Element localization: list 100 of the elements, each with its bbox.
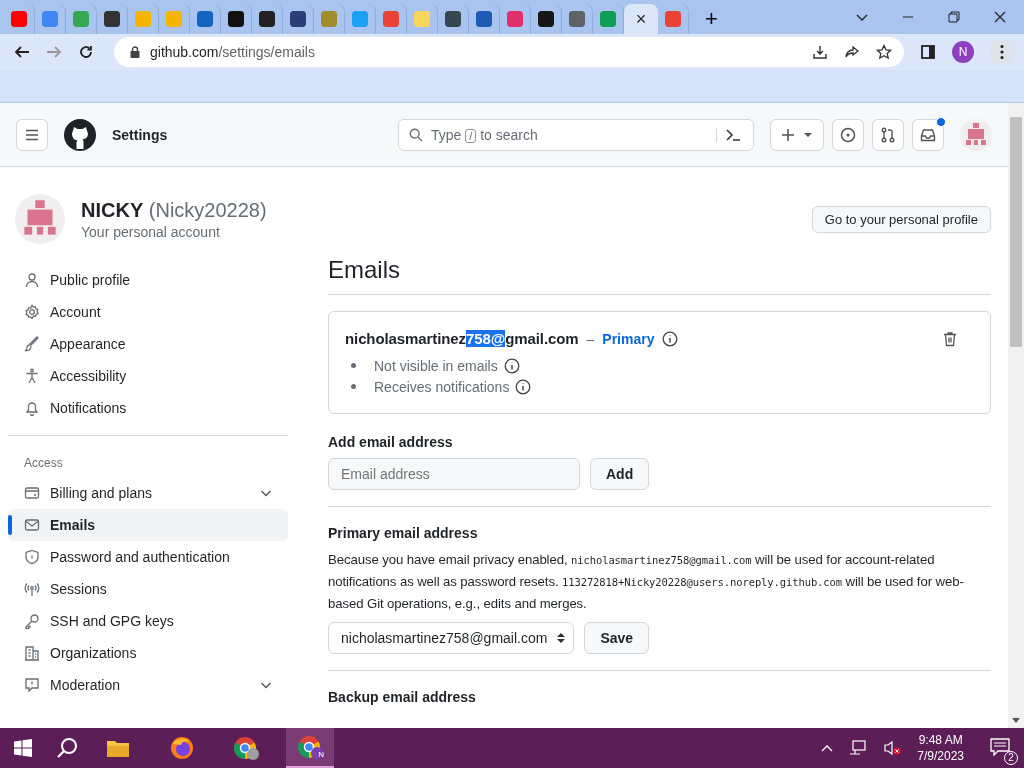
favicon-icon [321, 11, 337, 27]
sidebar-item[interactable]: Password and authentication [8, 541, 288, 573]
bullet-icon [351, 363, 356, 368]
avatar-icon [15, 194, 65, 244]
info-icon[interactable] [662, 330, 679, 347]
issues-button[interactable] [832, 118, 864, 151]
sidebar-item[interactable]: Billing and plans [8, 477, 288, 509]
close-icon[interactable] [994, 11, 1006, 23]
favicon-icon [538, 11, 554, 27]
sidebar-item[interactable]: Sessions [8, 573, 288, 605]
info-icon[interactable] [503, 357, 520, 374]
key-icon [24, 613, 40, 629]
folder-icon [106, 738, 130, 758]
search-icon [409, 127, 423, 142]
notification-count: 2 [1004, 750, 1018, 765]
sidebar-item[interactable]: Account [8, 296, 288, 328]
favicon-icon [104, 11, 120, 27]
github-logo-icon[interactable] [64, 118, 96, 151]
profile-avatar[interactable]: N [952, 41, 974, 63]
sidebar-item[interactable]: Moderation [8, 669, 288, 701]
sidebar-item[interactable]: Organizations [8, 637, 288, 669]
notification-center-icon[interactable] [990, 737, 1010, 756]
credit-card-icon [24, 485, 40, 501]
gear-icon [24, 304, 40, 320]
sidebar-item[interactable]: Accessibility [8, 360, 288, 392]
sidebar-item[interactable]: Appearance [8, 328, 288, 360]
primary-label: Primary [602, 330, 655, 347]
favicon-icon [665, 11, 681, 27]
issue-icon [840, 126, 856, 143]
separator-text: – [586, 330, 595, 347]
lock-icon [130, 46, 140, 58]
command-palette-icon[interactable] [716, 127, 741, 142]
sidebar-item[interactable]: Emails [8, 509, 288, 541]
favicon-icon [166, 11, 182, 27]
pull-requests-button[interactable] [872, 118, 904, 151]
page-title: Settings [112, 126, 168, 143]
favicon-icon [352, 11, 368, 27]
windows-icon[interactable] [14, 739, 32, 757]
trash-icon[interactable] [942, 330, 958, 347]
url-text: github.com/settings/emails [150, 44, 315, 60]
inbox-icon [920, 126, 936, 143]
inbox-button[interactable] [912, 118, 944, 151]
scrollbar[interactable] [1008, 103, 1024, 728]
favicon-icon [290, 11, 306, 27]
favicon-icon [73, 11, 89, 27]
bullet-icon [351, 384, 356, 389]
shield-icon [24, 549, 40, 565]
paintbrush-icon [24, 336, 40, 352]
taskbar-app[interactable]: N [286, 728, 334, 768]
menu-button[interactable] [16, 118, 48, 151]
favicon-icon [135, 11, 151, 27]
create-new-button[interactable] [770, 118, 824, 151]
search-icon[interactable] [56, 737, 78, 759]
chrome-icon [297, 735, 323, 759]
profile-initial: N [318, 750, 324, 759]
side-panel-icon[interactable] [920, 44, 936, 60]
browser-tab[interactable]: × [624, 4, 658, 34]
share-icon[interactable] [844, 44, 860, 60]
sidebar-item[interactable]: Public profile [8, 264, 288, 296]
favicon-icon [414, 11, 430, 27]
add-button[interactable]: Add [590, 458, 650, 490]
muted-speaker-icon[interactable] [883, 740, 902, 756]
field-label: Add email address [328, 434, 454, 450]
install-icon[interactable] [812, 44, 828, 60]
star-icon[interactable] [876, 44, 892, 60]
restore-icon[interactable] [948, 11, 960, 23]
mail-icon [24, 517, 40, 533]
primary-email-select[interactable]: nicholasmartinez758@gmail.com [328, 622, 575, 654]
address-bar[interactable]: github.com/settings/emails [114, 37, 904, 67]
favicon-icon [507, 11, 523, 27]
search-field[interactable]: Type / to search [398, 118, 754, 151]
personal-profile-button[interactable]: Go to your personal profile [811, 205, 991, 233]
building-icon [24, 645, 40, 661]
pull-request-icon [880, 126, 896, 143]
favicon-icon [476, 11, 492, 27]
privacy-paragraph: Because you have email privacy enabled, nicholasmartinez758@gmail.com will be used for account-related notifications as well as password resets. 113272818+Nicky20228@users.noreply.github.com will be used for web-based Git operations, e.g., edits and merges. [328, 551, 965, 613]
favicon-icon [259, 11, 275, 27]
scroll-down-icon[interactable] [1012, 718, 1020, 724]
new-tab-button[interactable]: + [699, 4, 724, 34]
sidebar-item[interactable]: Notifications [8, 392, 288, 424]
favicon-icon [383, 11, 399, 27]
avatar-icon[interactable] [960, 118, 992, 151]
section-title: Emails [328, 256, 991, 295]
email-input-field[interactable]: Email address [328, 458, 580, 490]
save-button[interactable]: Save [584, 622, 650, 654]
sidebar-item[interactable]: SSH and GPG keys [8, 605, 288, 637]
favicon-icon [600, 11, 616, 27]
person-icon [24, 272, 40, 288]
email-note: Not visible in emails [374, 357, 498, 374]
clock-time: 9:48 AM [918, 732, 963, 748]
report-icon [24, 677, 40, 693]
favicon-icon [445, 11, 461, 27]
reload-icon[interactable] [78, 44, 94, 60]
info-icon[interactable] [515, 378, 532, 395]
back-icon[interactable] [14, 44, 30, 60]
account-name: NICKY (Nicky20228) [81, 198, 267, 222]
caret-up-icon[interactable] [821, 744, 834, 752]
menu-icon[interactable] [990, 40, 1014, 64]
network-icon[interactable] [849, 740, 868, 756]
favicon-icon [197, 11, 213, 27]
